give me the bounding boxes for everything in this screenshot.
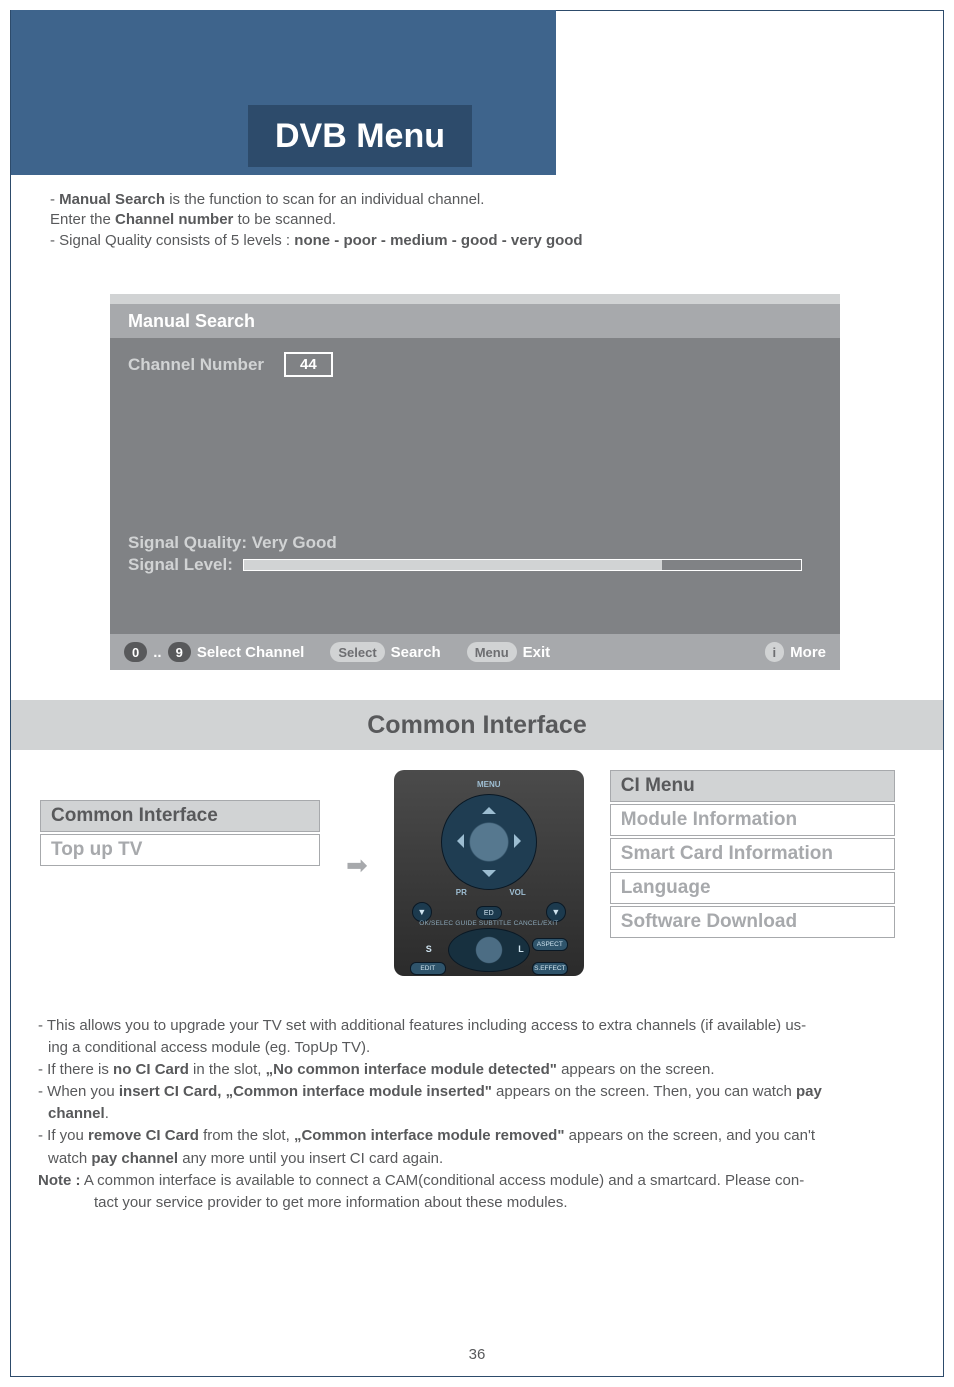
text: - If there is bbox=[38, 1061, 113, 1078]
remote-s-label: S bbox=[426, 944, 432, 954]
remote-illustration: MENU PR VOL ▼ ▼ ED OK/SELEC GUIDE SUBTIT… bbox=[394, 770, 584, 976]
common-interface-row: Common Interface Top up TV ➡ MENU PR VOL… bbox=[40, 770, 904, 976]
text: . bbox=[105, 1105, 109, 1122]
signal-level-bar bbox=[243, 559, 802, 571]
remote-left-down-button[interactable]: ▼ bbox=[412, 902, 432, 922]
page-number: 36 bbox=[0, 1346, 954, 1363]
text: is the function to scan for an individua… bbox=[165, 191, 484, 208]
text: in the slot, bbox=[189, 1061, 266, 1078]
signal-level-label: Signal Level: bbox=[128, 555, 233, 575]
text: from the slot, bbox=[199, 1127, 294, 1144]
note-label: Note : bbox=[38, 1172, 81, 1189]
key-9-pill[interactable]: 9 bbox=[168, 642, 191, 662]
channel-number-value[interactable]: 44 bbox=[284, 352, 333, 377]
menu-key-pill[interactable]: Menu bbox=[467, 642, 517, 662]
channel-number-label: Channel Number bbox=[128, 355, 264, 375]
text-bold: Manual Search bbox=[59, 191, 165, 208]
signal-level-fill bbox=[244, 560, 662, 570]
info-key-pill[interactable]: i bbox=[765, 642, 785, 662]
text: Enter the bbox=[50, 211, 115, 228]
remote-ed-button[interactable]: ED bbox=[476, 906, 502, 920]
key-0-pill[interactable]: 0 bbox=[124, 642, 147, 662]
text: - Signal Quality consists of 5 levels : bbox=[50, 232, 294, 249]
remote-l-label: L bbox=[518, 944, 524, 954]
text: appears on the screen. bbox=[557, 1061, 715, 1078]
ci-left-header: Common Interface bbox=[40, 800, 320, 832]
text: watch bbox=[48, 1150, 91, 1167]
intro-text: - Manual Search is the function to scan … bbox=[50, 190, 894, 251]
manual-search-header: Manual Search bbox=[110, 304, 840, 338]
remote-aspect-button[interactable]: ASPECT bbox=[532, 938, 568, 951]
manual-search-footer: 0 .. 9 Select Channel Select Search Menu… bbox=[110, 634, 840, 670]
text: - When you bbox=[38, 1083, 119, 1100]
text: ing a conditional access module (eg. Top… bbox=[48, 1039, 370, 1056]
ci-menu-language[interactable]: Language bbox=[610, 872, 895, 904]
remote-row-labels: OK/SELEC GUIDE SUBTITLE CANCEL/EXIT bbox=[394, 920, 584, 927]
remote-menu-label: MENU bbox=[477, 780, 501, 789]
remote-edit-button[interactable]: EDIT bbox=[410, 962, 446, 975]
more-label: More bbox=[790, 644, 826, 661]
remote-right-down-button[interactable]: ▼ bbox=[546, 902, 566, 922]
text-bold: „No common interface module detected" bbox=[266, 1061, 557, 1078]
text-bold: insert CI Card, „Common interface module… bbox=[119, 1083, 492, 1100]
remote-pr-label: PR bbox=[456, 888, 467, 897]
nav-down-icon[interactable] bbox=[482, 870, 496, 884]
exit-label: Exit bbox=[523, 644, 551, 661]
ci-menu-module-info[interactable]: Module Information bbox=[610, 804, 895, 836]
common-interface-heading: Common Interface bbox=[11, 700, 943, 750]
text: - This allows you to upgrade your TV set… bbox=[38, 1017, 806, 1034]
text-bold: pay channel bbox=[91, 1150, 178, 1167]
text-bold: no CI Card bbox=[113, 1061, 189, 1078]
remote-body: MENU PR VOL ▼ ▼ ED OK/SELEC GUIDE SUBTIT… bbox=[394, 770, 584, 976]
ci-menu-header: CI Menu bbox=[610, 770, 895, 802]
notes-block: - This allows you to upgrade your TV set… bbox=[38, 1016, 914, 1215]
text: - bbox=[50, 191, 59, 208]
panel-top-strip bbox=[110, 294, 840, 304]
ci-menu-smart-card-info[interactable]: Smart Card Information bbox=[610, 838, 895, 870]
remote-seffect-button[interactable]: S.EFFECT bbox=[532, 962, 568, 975]
text-bold: remove CI Card bbox=[88, 1127, 199, 1144]
ci-right-menu: CI Menu Module Information Smart Card In… bbox=[610, 770, 904, 940]
text-bold: Channel number bbox=[115, 211, 233, 228]
text: - If you bbox=[38, 1127, 88, 1144]
text-bold: „Common interface module removed" bbox=[294, 1127, 565, 1144]
ci-left-menu: Common Interface Top up TV bbox=[40, 800, 320, 868]
search-label: Search bbox=[391, 644, 441, 661]
text: A common interface is available to conne… bbox=[81, 1172, 805, 1189]
manual-search-panel: Manual Search Channel Number 44 Signal Q… bbox=[110, 294, 840, 670]
select-channel-label: Select Channel bbox=[197, 644, 305, 661]
text: appears on the screen, and you can't bbox=[564, 1127, 815, 1144]
signal-quality-text: Signal Quality: Very Good bbox=[128, 533, 822, 553]
text-bold: pay bbox=[796, 1083, 822, 1100]
text: appears on the screen. Then, you can wat… bbox=[492, 1083, 796, 1100]
text: to be scanned. bbox=[233, 211, 336, 228]
nav-left-icon[interactable] bbox=[450, 834, 464, 848]
text: tact your service provider to get more i… bbox=[94, 1194, 568, 1211]
text-bold: none - poor - medium - good - very good bbox=[294, 232, 582, 249]
arrow-right-icon: ➡ bbox=[346, 850, 368, 881]
select-key-pill[interactable]: Select bbox=[330, 642, 384, 662]
ci-menu-software-download[interactable]: Software Download bbox=[610, 906, 895, 938]
nav-right-icon[interactable] bbox=[514, 834, 528, 848]
nav-up-icon[interactable] bbox=[482, 800, 496, 814]
text: any more until you insert CI card again. bbox=[178, 1150, 443, 1167]
ci-left-item-topuptv[interactable]: Top up TV bbox=[40, 834, 320, 866]
manual-search-body: Channel Number 44 Signal Quality: Very G… bbox=[110, 338, 840, 634]
key-dots: .. bbox=[153, 644, 161, 661]
text-bold: channel bbox=[48, 1105, 105, 1122]
remote-vol-label: VOL bbox=[509, 888, 525, 897]
page-title: DVB Menu bbox=[248, 105, 472, 167]
